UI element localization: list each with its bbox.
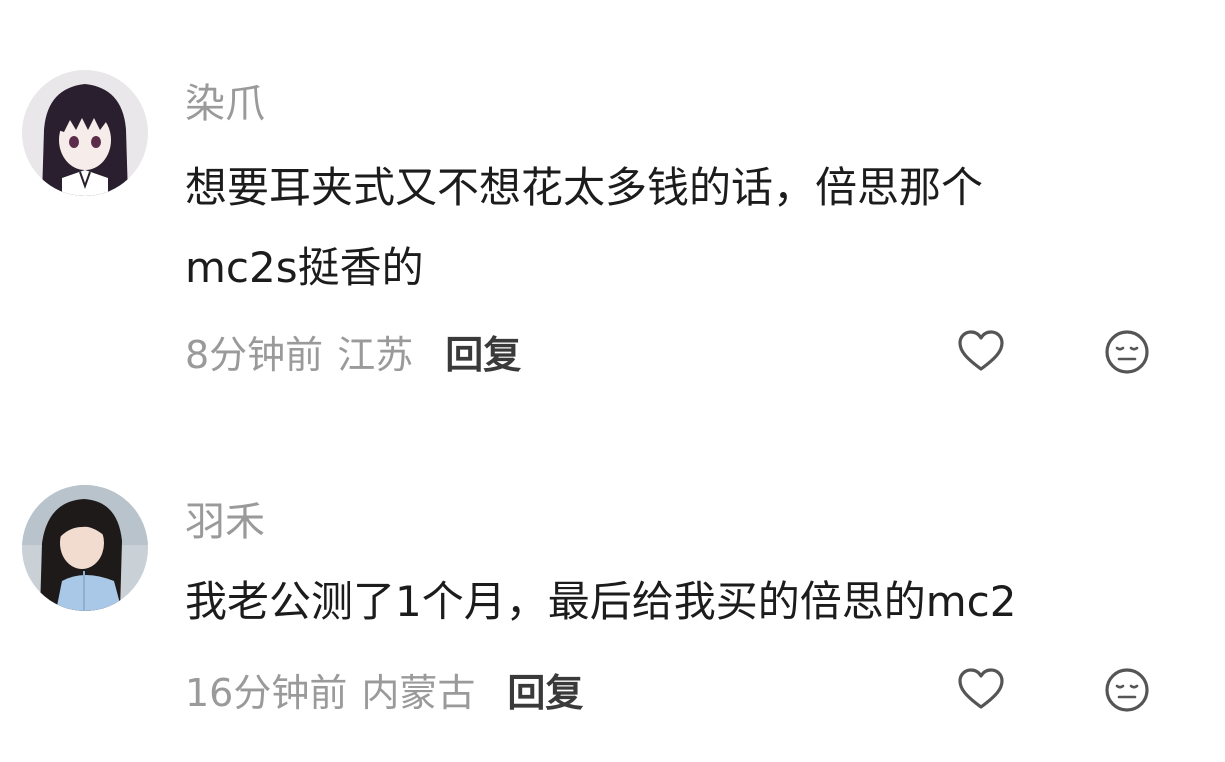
heart-outline-icon <box>958 668 1004 709</box>
dislike-button[interactable] <box>1102 327 1152 377</box>
comment-text-line: mc2s挺香的 <box>185 243 424 292</box>
meh-face-icon <box>1105 668 1149 712</box>
user-avatar[interactable] <box>22 70 148 196</box>
comment-meta: 16分钟前 内蒙古 回复 <box>185 662 583 717</box>
dislike-button[interactable] <box>1102 665 1152 715</box>
comment-meta: 8分钟前 江苏 回复 <box>185 324 521 379</box>
comment-text-line: 我老公测了1个月，最后给我买的倍思的mc2 <box>185 577 1017 626</box>
like-button[interactable] <box>956 327 1006 377</box>
meh-face-icon <box>1105 330 1149 374</box>
reply-button[interactable]: 回复 <box>507 662 583 717</box>
like-button[interactable] <box>956 665 1006 715</box>
comment-text: 我老公测了1个月，最后给我买的倍思的mc2 <box>185 562 1165 642</box>
location: 内蒙古 <box>361 670 476 715</box>
comment-text: 想要耳夹式又不想花太多钱的话，倍思那个 mc2s挺香的 <box>185 148 1165 308</box>
location: 江苏 <box>337 332 414 377</box>
timestamp: 8分钟前 <box>185 332 324 377</box>
reply-button[interactable]: 回复 <box>445 324 521 379</box>
timestamp: 16分钟前 <box>185 670 348 715</box>
username[interactable]: 羽禾 <box>185 497 265 547</box>
heart-outline-icon <box>958 330 1004 371</box>
user-avatar[interactable] <box>22 485 148 611</box>
username[interactable]: 染爪 <box>185 79 265 129</box>
comment-text-line: 想要耳夹式又不想花太多钱的话，倍思那个 <box>185 163 984 212</box>
